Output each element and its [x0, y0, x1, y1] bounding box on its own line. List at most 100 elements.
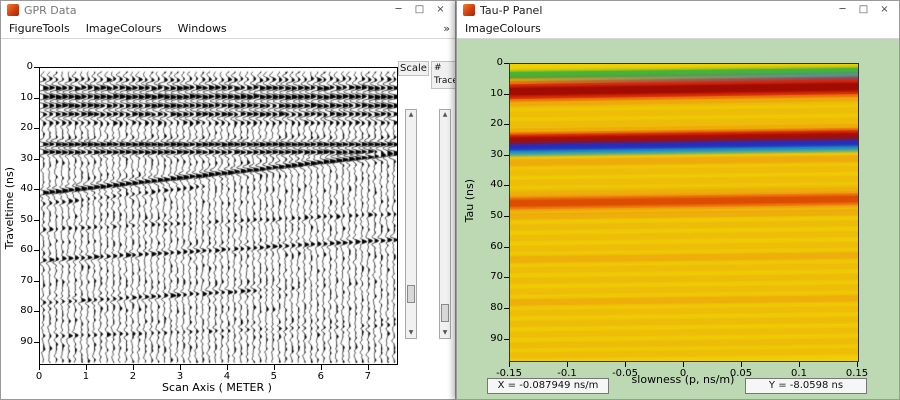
- tick-mark: [34, 280, 39, 282]
- tick-mark: [34, 128, 39, 130]
- gpr-figure-area: Scan Axis ( METER ) Traveltime (ns) Scal…: [1, 39, 455, 399]
- gpr-y-tick-label: 40: [20, 183, 33, 195]
- gpr-x-axis-label: Scan Axis ( METER ): [162, 381, 272, 394]
- gpr-y-tick-label: 60: [20, 244, 33, 256]
- tick-mark: [34, 97, 39, 99]
- tick-mark: [504, 124, 509, 126]
- traces-label: # Traces: [431, 61, 455, 89]
- maximize-icon[interactable]: □: [853, 1, 874, 19]
- gpr-x-tick-label: 5: [270, 371, 278, 382]
- taup-x-tick-label: -0.15: [496, 368, 522, 379]
- taup-y-tick-label: 0: [496, 57, 503, 68]
- menu-imagecolours[interactable]: ImageColours: [86, 22, 162, 35]
- gpr-x-tick-label: 2: [129, 371, 137, 382]
- tick-mark: [504, 246, 509, 248]
- taup-y-tick-label: 60: [490, 240, 503, 252]
- tick-mark: [857, 362, 858, 367]
- gpr-titlebar[interactable]: GPR Data ─ □ ×: [1, 1, 455, 19]
- gpr-y-tick-label: 20: [20, 122, 33, 134]
- maximize-icon[interactable]: □: [409, 1, 430, 19]
- tick-mark: [741, 362, 742, 367]
- scale-slider[interactable]: ▲ ▼: [405, 109, 417, 339]
- tick-mark: [683, 362, 684, 367]
- tick-mark: [273, 365, 275, 370]
- scale-slider-thumb[interactable]: [407, 285, 415, 304]
- taup-y-tick-label: 90: [490, 332, 503, 344]
- window-title: Tau-P Panel: [480, 3, 543, 17]
- gpr-x-tick-label: 6: [317, 371, 325, 382]
- slider-up-icon[interactable]: ▲: [440, 110, 450, 120]
- tick-mark: [799, 362, 800, 367]
- slider-up-icon[interactable]: ▲: [406, 110, 416, 120]
- gpr-y-tick-label: 0: [26, 61, 33, 72]
- minimize-icon[interactable]: ─: [832, 1, 853, 19]
- taup-x-tick-label: 0.05: [729, 368, 753, 379]
- app-icon: [7, 4, 19, 16]
- taup-y-axis-label: Tau (ns): [463, 179, 476, 223]
- taup-x-tick-label: -0.05: [612, 368, 638, 379]
- window-controls: ─ □ ×: [388, 1, 451, 19]
- gpr-y-tick-label: 50: [20, 213, 33, 225]
- gpr-data-window: GPR Data ─ □ × FigureTools ImageColours …: [0, 0, 456, 400]
- close-icon[interactable]: ×: [430, 1, 451, 19]
- taup-x-tick-label: 0.15: [845, 368, 869, 379]
- taup-y-tick-label: 40: [490, 179, 503, 191]
- taup-menubar: ImageColours: [457, 19, 899, 39]
- taup-y-tick-label: 10: [490, 87, 503, 99]
- taup-y-tick-label: 30: [490, 148, 503, 160]
- tick-mark: [34, 158, 39, 160]
- taup-heatmap[interactable]: [509, 63, 859, 362]
- tick-mark: [85, 365, 87, 370]
- tick-mark: [132, 365, 134, 370]
- taup-y-tick-label: 20: [490, 118, 503, 130]
- gpr-y-axis-label: Traveltime (ns): [3, 167, 16, 250]
- menu-imagecolours[interactable]: ImageColours: [465, 22, 541, 35]
- menu-overflow-chevron-icon[interactable]: »: [443, 22, 450, 35]
- menu-figuretools[interactable]: FigureTools: [9, 22, 70, 35]
- gpr-y-tick-label: 90: [20, 335, 33, 347]
- traces-slider-thumb[interactable]: [441, 304, 449, 323]
- tick-mark: [504, 338, 509, 340]
- tick-mark: [504, 185, 509, 187]
- tick-mark: [504, 307, 509, 309]
- y-coordinate-readout: Y = -8.0598 ns: [745, 378, 867, 394]
- gpr-wiggle-plot[interactable]: [39, 67, 398, 365]
- tick-mark: [34, 189, 39, 191]
- taup-x-tick-label: 0: [679, 368, 687, 379]
- tick-mark: [567, 362, 568, 367]
- tick-mark: [320, 365, 322, 370]
- gpr-y-tick-label: 30: [20, 152, 33, 164]
- tick-mark: [34, 67, 39, 68]
- menu-windows[interactable]: Windows: [178, 22, 227, 35]
- taup-y-tick-label: 80: [490, 301, 503, 313]
- slider-down-icon[interactable]: ▼: [440, 328, 450, 338]
- tick-mark: [34, 341, 39, 343]
- window-controls: ─ □ ×: [832, 1, 895, 19]
- app-icon: [463, 4, 475, 16]
- tick-mark: [625, 362, 626, 367]
- taup-titlebar[interactable]: Tau-P Panel ─ □ ×: [457, 1, 899, 19]
- x-coordinate-readout: X = -0.087949 ns/m: [487, 378, 609, 394]
- tick-mark: [504, 63, 509, 64]
- tick-mark: [179, 365, 181, 370]
- tick-mark: [504, 216, 509, 218]
- close-icon[interactable]: ×: [874, 1, 895, 19]
- slider-down-icon[interactable]: ▼: [406, 328, 416, 338]
- window-title: GPR Data: [24, 3, 77, 17]
- taup-figure-area: slowness (p, ns/m) Tau (ns) X = -0.08794…: [457, 39, 899, 399]
- gpr-menubar: FigureTools ImageColours Windows »: [1, 19, 455, 39]
- tick-mark: [504, 93, 509, 95]
- traces-slider[interactable]: ▲ ▼: [439, 109, 451, 339]
- gpr-x-tick-label: 4: [223, 371, 231, 382]
- minimize-icon[interactable]: ─: [388, 1, 409, 19]
- tick-mark: [504, 154, 509, 156]
- tick-mark: [34, 219, 39, 221]
- tick-mark: [226, 365, 228, 370]
- gpr-x-tick-label: 1: [82, 371, 90, 382]
- tick-mark: [509, 362, 510, 367]
- scale-label: Scale: [398, 61, 429, 76]
- tick-mark: [39, 365, 40, 370]
- gpr-x-tick-label: 7: [364, 371, 371, 382]
- tick-mark: [34, 250, 39, 252]
- tick-mark: [504, 277, 509, 279]
